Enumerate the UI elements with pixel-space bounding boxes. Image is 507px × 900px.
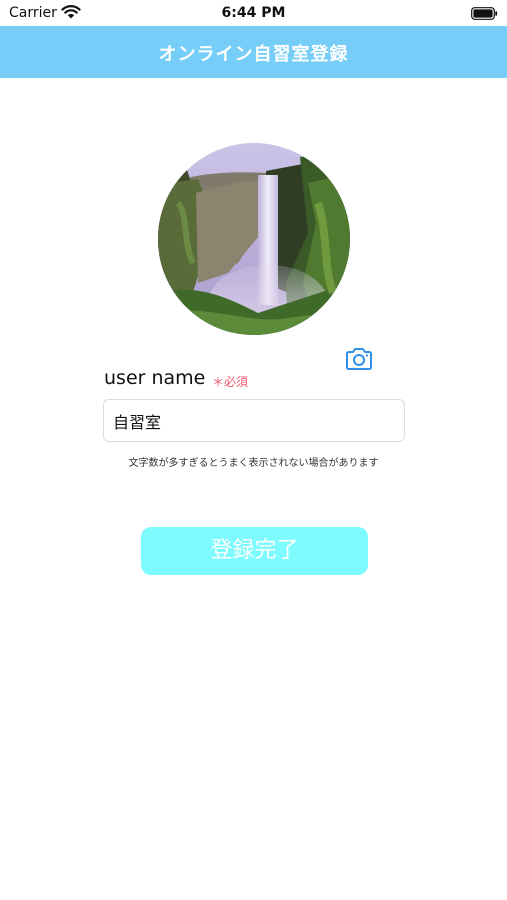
status-bar: Carrier 6:44 PM	[0, 0, 507, 26]
username-label: user name	[104, 367, 206, 389]
status-time: 6:44 PM	[221, 5, 286, 21]
camera-icon[interactable]	[344, 346, 374, 372]
waterfall-photo	[158, 143, 350, 335]
navigation-bar: オンライン自習室登録	[0, 26, 507, 78]
required-badge: ＊必須	[212, 375, 249, 389]
username-input[interactable]	[103, 399, 405, 442]
length-hint: 文字数が多すぎるとうまく表示されない場合があります	[128, 458, 379, 469]
profile-avatar[interactable]	[158, 143, 350, 335]
registration-screen: Carrier 6:44 PM オンライン自習室登録 user name ＊必須…	[0, 0, 507, 900]
page-title: オンライン自習室登録	[158, 44, 349, 65]
battery-icon	[471, 7, 498, 20]
register-complete-button[interactable]: 登録完了	[141, 527, 368, 575]
